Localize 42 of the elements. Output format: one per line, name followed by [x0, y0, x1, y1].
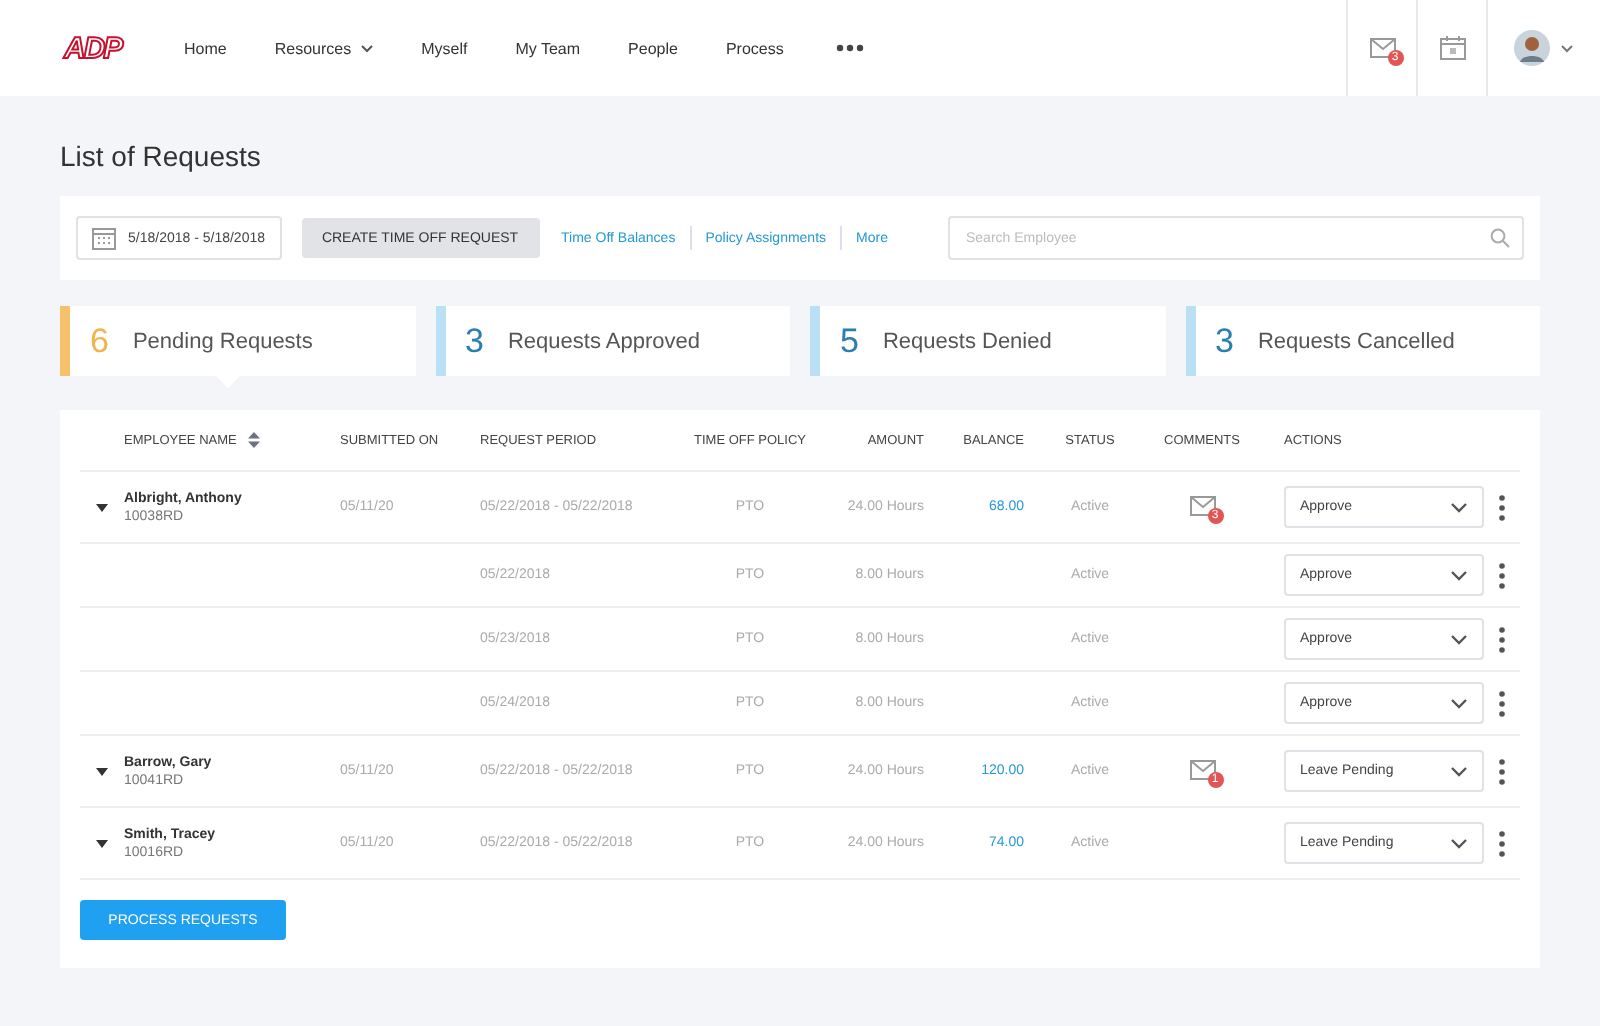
- nav-link[interactable]: Process: [725, 39, 784, 57]
- stat-card[interactable]: 3 Requests Approved: [435, 306, 790, 376]
- calendar-icon: [92, 226, 116, 250]
- kebab-menu-icon[interactable]: [1498, 757, 1506, 785]
- sort-icon: [248, 432, 261, 448]
- kebab-menu-icon[interactable]: [1498, 625, 1506, 653]
- stat-count: 3: [465, 321, 484, 361]
- chevron-icon: [359, 43, 374, 53]
- stat-count: 5: [840, 321, 859, 361]
- logo[interactable]: ADP: [64, 31, 132, 65]
- stat-label: Requests Denied: [882, 329, 1052, 353]
- more-icon[interactable]: [835, 44, 864, 52]
- kebab-menu-icon[interactable]: [1498, 689, 1506, 717]
- kebab-menu-icon[interactable]: [1498, 493, 1506, 521]
- stat-card[interactable]: 3 Requests Cancelled: [1185, 306, 1540, 376]
- stat-label: Requests Cancelled: [1257, 329, 1455, 353]
- nav-link[interactable]: Home: [184, 39, 227, 57]
- chevron-icon: [1450, 501, 1468, 513]
- chevron-icon[interactable]: [1560, 43, 1574, 53]
- kebab-menu-icon[interactable]: [1498, 829, 1506, 857]
- chevron-icon: [1450, 633, 1468, 645]
- caret-icon[interactable]: [96, 839, 108, 847]
- nav-link[interactable]: Myself: [421, 39, 468, 57]
- caret-icon[interactable]: [96, 503, 108, 511]
- search-icon: [1490, 228, 1510, 248]
- chevron-icon: [1450, 569, 1468, 581]
- stat-card[interactable]: 5 Requests Denied: [810, 306, 1165, 376]
- stat-count: 3: [1215, 321, 1234, 361]
- page-title: List of Requests: [60, 138, 263, 176]
- chevron-icon: [1450, 837, 1468, 849]
- calendar-icon[interactable]: [1439, 36, 1465, 60]
- chevron-icon: [1450, 697, 1468, 709]
- stat-count: 6: [90, 321, 109, 361]
- caret-icon[interactable]: [96, 767, 108, 775]
- stat-label: Requests Approved: [507, 329, 700, 353]
- nav-link[interactable]: People: [628, 39, 678, 57]
- avatar-icon[interactable]: [1514, 30, 1550, 66]
- kebab-menu-icon[interactable]: [1498, 561, 1506, 589]
- stat-label: Pending Requests: [132, 329, 313, 353]
- nav-link[interactable]: Resources: [274, 39, 374, 57]
- nav-link[interactable]: My Team: [515, 39, 581, 57]
- chevron-icon: [1450, 765, 1468, 777]
